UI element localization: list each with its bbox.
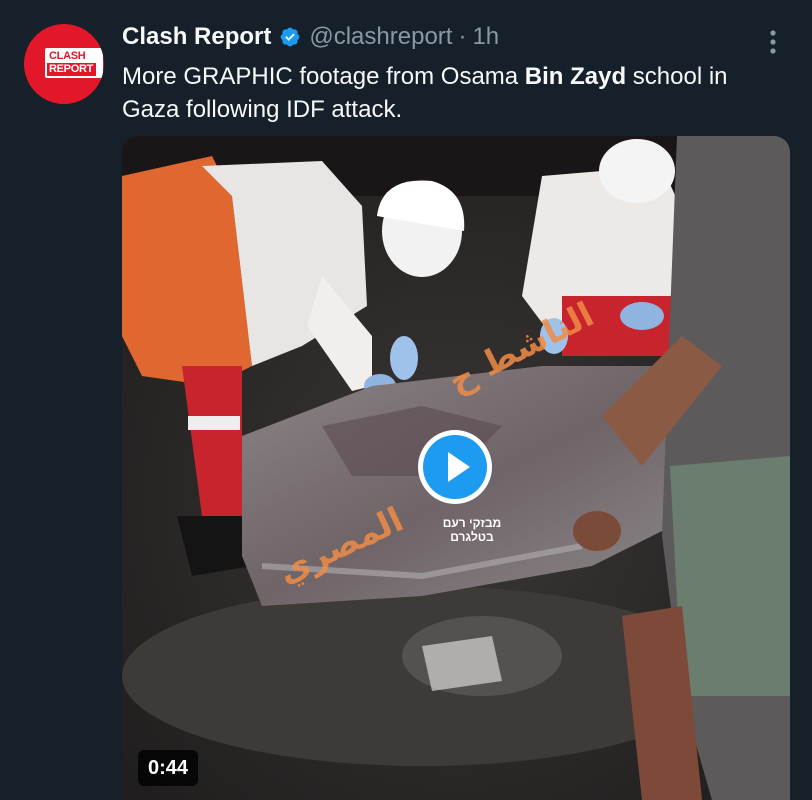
avatar-logo-text-top: CLASH	[49, 50, 86, 62]
tweet-text-part1: More GRAPHIC footage from Osama	[122, 63, 525, 90]
tweet-text-bold: Bin Zayd	[524, 63, 627, 90]
handle[interactable]: @clashreport	[309, 23, 452, 51]
watermark-line2: בטלגרם	[450, 530, 494, 544]
watermark-line1: מבזקי רעם	[442, 516, 502, 530]
video-duration-badge: 0:44	[138, 750, 199, 786]
avatar[interactable]: CLASH REPORT	[24, 24, 104, 104]
display-name[interactable]: Clash Report	[122, 23, 271, 51]
play-icon	[448, 452, 470, 482]
timestamp[interactable]: 1h	[472, 23, 499, 51]
separator-dot: ·	[458, 23, 467, 50]
play-button-inner[interactable]	[423, 435, 487, 499]
play-button[interactable]	[418, 430, 492, 504]
avatar-logo-text-bottom: REPORT	[47, 63, 97, 76]
more-options-icon[interactable]	[766, 28, 780, 56]
video-player[interactable]: الناشط ح المصري מבזקי רעם בטלגרם 0:44	[122, 136, 790, 800]
tweet[interactable]: CLASH REPORT Clash Report @clashreport ·…	[0, 0, 812, 800]
tweet-header: Clash Report @clashreport · 1h	[122, 22, 499, 52]
verified-badge-icon	[280, 27, 300, 47]
tweet-text: More GRAPHIC footage from Osama Bin Zayd…	[122, 60, 782, 126]
video-watermark: מבזקי רעם בטלגרם	[432, 516, 512, 544]
